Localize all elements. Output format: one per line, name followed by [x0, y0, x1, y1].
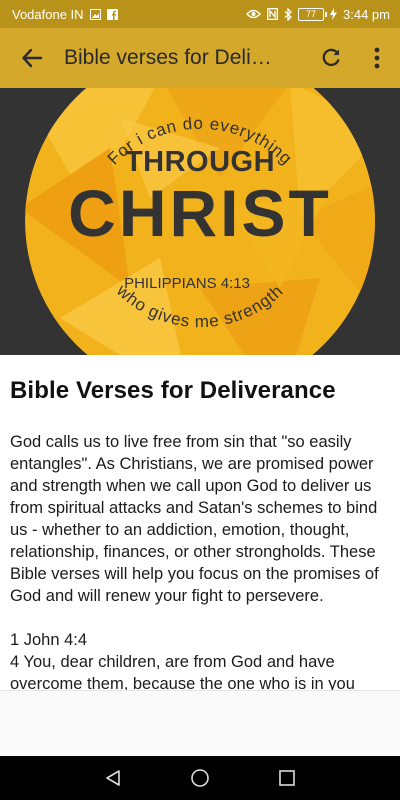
overflow-menu-button[interactable] [354, 28, 400, 88]
system-navigation-bar [0, 756, 400, 800]
facebook-notification-icon [106, 8, 118, 20]
hero-image: For i can do everything THROUGH CHRIST P… [0, 88, 400, 355]
battery-icon: 77 [298, 7, 328, 21]
clock: 3:44 pm [343, 6, 390, 22]
triangle-back-icon [106, 770, 121, 786]
nfc-icon [267, 8, 278, 20]
ad-banner-area [0, 690, 400, 756]
app-bar: Bible verses for Deli… [0, 28, 400, 88]
image-notification-icon [89, 8, 101, 20]
hero-christ-text: CHRIST [68, 176, 332, 250]
verse-text: 4 You, dear children, are from God and h… [10, 653, 355, 690]
eye-icon [246, 9, 261, 19]
more-vert-icon [374, 47, 380, 69]
back-button[interactable] [0, 28, 64, 88]
status-bar: Vodafone IN 77 3:44 pm [0, 0, 400, 28]
bluetooth-icon [284, 7, 292, 21]
article-content[interactable]: Bible Verses for Deliverance God calls u… [0, 355, 400, 690]
hero-through-text: THROUGH [125, 146, 275, 178]
article-intro: God calls us to live free from sin that … [10, 433, 379, 605]
arrow-back-icon [22, 48, 43, 68]
page-title: Bible verses for Deli… [64, 46, 272, 69]
circle-home-icon [191, 769, 209, 787]
refresh-icon [322, 48, 340, 67]
nav-home-button[interactable] [178, 756, 222, 800]
hero-reference-text: PHILIPPIANS 4:13 [124, 275, 250, 292]
nav-back-button[interactable] [91, 756, 135, 800]
charging-icon [330, 8, 338, 20]
verse-reference: 1 John 4:4 [10, 631, 88, 649]
square-recents-icon [278, 770, 295, 786]
article-heading: Bible Verses for Deliverance [10, 377, 336, 404]
carrier-label: Vodafone IN [12, 6, 84, 22]
refresh-button[interactable] [308, 28, 354, 88]
nav-recents-button[interactable] [265, 756, 309, 800]
